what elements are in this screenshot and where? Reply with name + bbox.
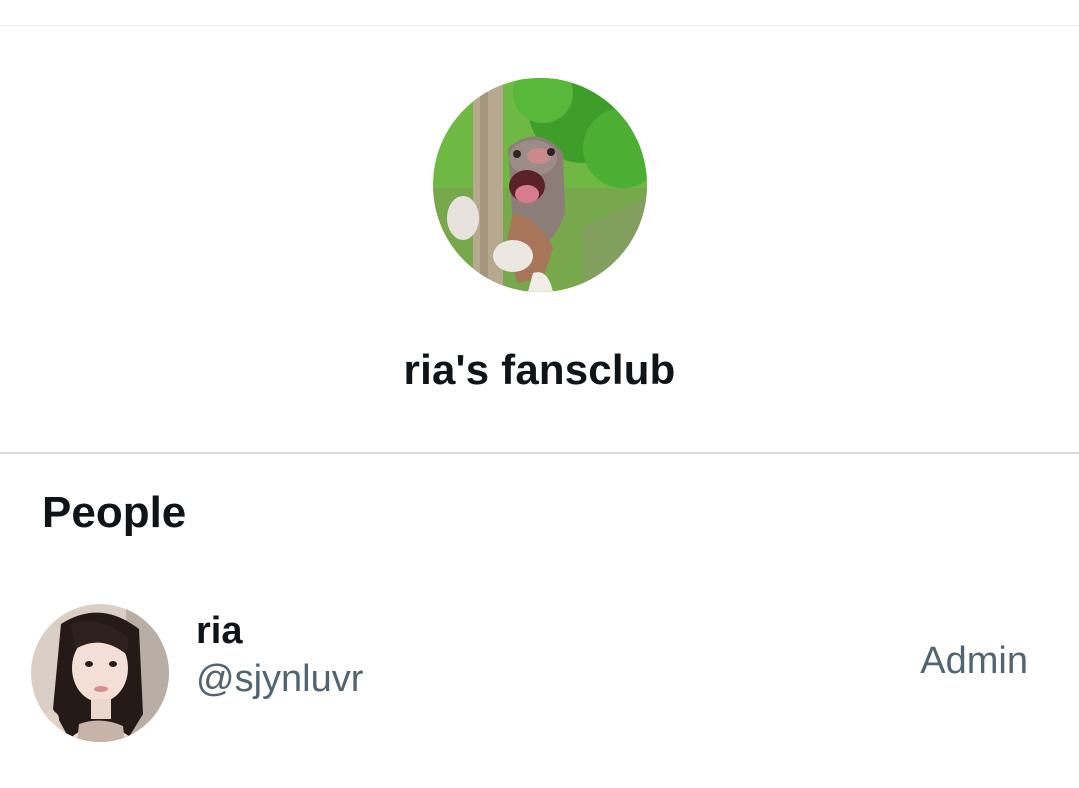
member-row[interactable]: ria @sjynluvr Admin [0,590,1079,755]
dog-photo-icon [433,78,647,292]
member-name[interactable]: ria [196,610,242,653]
group-info-page: ria's fansclub People ria @sjynluvr Admi… [0,0,1079,788]
member-photo-icon [31,604,169,742]
top-divider [0,25,1079,26]
member-avatar[interactable] [31,604,169,742]
section-divider [0,452,1079,454]
people-section-title: People [42,488,187,537]
group-avatar[interactable] [433,78,647,292]
group-name: ria's fansclub [403,346,676,393]
member-handle: @sjynluvr [196,658,364,700]
member-role-badge: Admin [920,640,1028,682]
